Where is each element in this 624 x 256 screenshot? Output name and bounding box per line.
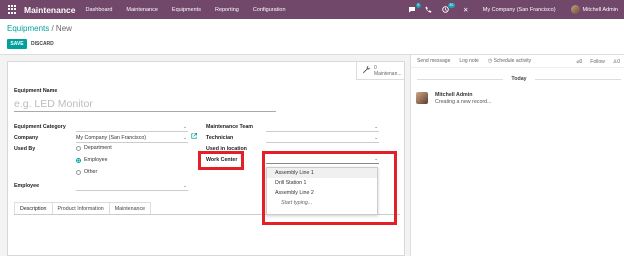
highlight-work-center-field: [262, 151, 397, 225]
employee-field[interactable]: ⌄: [76, 183, 188, 191]
chevron-down-icon: ⌄: [183, 183, 187, 188]
maintenance-team-label: Maintenance Team: [206, 124, 253, 130]
avatar: [416, 92, 428, 104]
equipment-name-label: Equipment Name: [14, 88, 58, 94]
chevron-down-icon: ⌄: [183, 135, 187, 140]
activity-badge: 30: [447, 2, 455, 8]
company-switcher[interactable]: My Company (San Francisco): [483, 7, 556, 13]
menu-item-reporting[interactable]: Reporting: [215, 7, 239, 13]
menu-item-maintenance[interactable]: Maintenance: [126, 7, 158, 13]
menu-item-equipments[interactable]: Equipments: [172, 7, 201, 13]
breadcrumb-current: New: [55, 24, 72, 33]
message-body: Creating a new record...: [435, 99, 492, 105]
tab-description[interactable]: Description: [14, 202, 53, 214]
technician-field[interactable]: ⌄: [266, 135, 379, 143]
user-menu[interactable]: Mitchell Admin: [570, 5, 618, 14]
equipment-name-input[interactable]: e.g. LED Monitor: [14, 96, 276, 112]
user-avatar: [570, 5, 580, 14]
chatter-topbar: Send message Log note ◷ Schedule activit…: [411, 55, 624, 68]
equipment-category-field[interactable]: ⌄: [76, 124, 188, 132]
radio-other[interactable]: [76, 169, 81, 175]
company-value: My Company (San Francisco): [76, 135, 147, 141]
menu-item-dashboard[interactable]: Dashboard: [86, 7, 113, 13]
breadcrumb: Equipments / New: [7, 24, 72, 33]
radio-employee[interactable]: [76, 157, 81, 163]
followers-button[interactable]: ♙0: [613, 59, 620, 65]
chatter-message: Mitchell Admin Creating a new record...: [416, 92, 492, 105]
chevron-down-icon: ⌄: [374, 135, 378, 140]
debug-tools-icon[interactable]: ✕: [462, 6, 470, 14]
discard-button[interactable]: DISCARD: [31, 39, 54, 49]
log-note-button[interactable]: Log note: [459, 58, 478, 64]
app-brand[interactable]: Maintenance: [24, 5, 76, 15]
used-by-department[interactable]: Department: [76, 145, 112, 151]
apps-menu-icon[interactable]: [8, 5, 17, 14]
attachments-button[interactable]: ⌀0: [576, 59, 582, 65]
wrench-icon: [362, 65, 371, 76]
breadcrumb-equipments[interactable]: Equipments: [7, 24, 49, 33]
maintenance-stat-button[interactable]: 0 Maintenan...: [356, 62, 404, 80]
used-by-other[interactable]: Other: [76, 169, 97, 175]
user-name: Mitchell Admin: [582, 6, 618, 13]
phone-icon[interactable]: [425, 6, 433, 14]
navbar-systray: 5 30 ✕ My Company (San Francisco) Mitche…: [408, 0, 618, 19]
clock-icon: ◷: [487, 58, 493, 64]
employee-label: Employee: [14, 183, 40, 189]
highlight-work-center-label: [198, 151, 244, 170]
used-by-label: Used By: [14, 146, 36, 152]
today-separator: Today: [417, 76, 621, 82]
technician-label: Technician: [206, 135, 234, 141]
chat-icon[interactable]: 5: [408, 2, 421, 14]
message-author[interactable]: Mitchell Admin: [435, 92, 492, 98]
external-link-icon[interactable]: [191, 133, 197, 141]
schedule-activity-button[interactable]: ◷ Schedule activity: [488, 58, 531, 64]
chat-badge: 5: [415, 2, 421, 8]
maintenance-team-field[interactable]: ⌄: [266, 124, 379, 132]
chevron-down-icon: ⌄: [374, 124, 378, 129]
follow-button[interactable]: Follow: [590, 59, 604, 65]
menu-item-configuration[interactable]: Configuration: [253, 7, 286, 13]
tab-maintenance[interactable]: Maintenance: [108, 202, 152, 214]
company-label: Company: [14, 135, 39, 141]
maintenance-stat-label: Maintenan...: [374, 70, 402, 77]
used-by-employee[interactable]: Employee: [76, 157, 108, 163]
main-menu: Dashboard Maintenance Equipments Reporti…: [86, 7, 286, 13]
save-button[interactable]: SAVE: [7, 39, 27, 49]
send-message-button[interactable]: Send message: [417, 58, 450, 64]
chevron-down-icon: ⌄: [183, 124, 187, 129]
activity-clock-icon[interactable]: 30: [442, 2, 455, 14]
chatter-panel: Send message Log note ◷ Schedule activit…: [410, 55, 624, 256]
tab-product-information[interactable]: Product Information: [51, 202, 110, 214]
top-navbar: Maintenance Dashboard Maintenance Equipm…: [0, 0, 624, 19]
radio-department[interactable]: [76, 145, 81, 151]
company-field[interactable]: My Company (San Francisco) ⌄: [76, 135, 188, 143]
control-panel: Equipments / New SAVE DISCARD: [0, 19, 624, 55]
equipment-category-label: Equipment Category: [14, 124, 66, 130]
